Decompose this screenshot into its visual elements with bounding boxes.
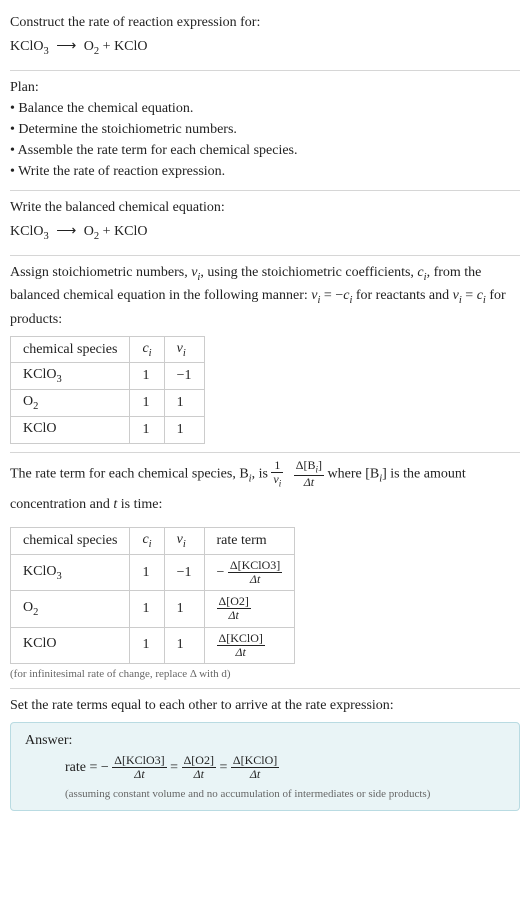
cell-ci: 1 <box>130 390 164 417</box>
final-section: Set the rate terms equal to each other t… <box>10 689 520 819</box>
product-o2: O2 <box>84 224 99 239</box>
fraction-rate-term: Δ[KClO] Δt <box>217 632 265 659</box>
cell-species: O2 <box>11 591 130 627</box>
prompt-section: Construct the rate of reaction expressio… <box>10 6 520 71</box>
cell-nui: 1 <box>164 627 204 663</box>
page-content: Construct the rate of reaction expressio… <box>0 0 530 829</box>
stoich-intro: Assign stoichiometric numbers, νi, using… <box>10 262 520 330</box>
col-nui: νi <box>164 336 204 363</box>
product-o2: O2 <box>84 39 99 54</box>
cell-species: KClO <box>11 417 130 444</box>
col-species: chemical species <box>11 528 130 555</box>
plan-item: • Determine the stoichiometric numbers. <box>10 119 520 140</box>
col-nui: νi <box>164 528 204 555</box>
infinitesimal-note: (for infinitesimal rate of change, repla… <box>10 668 520 680</box>
cell-ci: 1 <box>130 363 164 390</box>
fraction-term-3: Δ[KClO] Δt <box>231 754 279 781</box>
table-row: KClO3 1 −1 − Δ[KClO3] Δt <box>11 554 295 590</box>
answer-box: Answer: rate = − Δ[KClO3] Δt = Δ[O2] Δt … <box>10 722 520 811</box>
plan-item: • Write the rate of reaction expression. <box>10 161 520 182</box>
fraction-dBi-dt: Δ[Bi] Δt <box>294 459 324 489</box>
table-row: KClO 1 1 <box>11 417 205 444</box>
plan-item: • Balance the chemical equation. <box>10 98 520 119</box>
cell-nui: 1 <box>164 390 204 417</box>
balanced-title: Write the balanced chemical equation: <box>10 197 520 218</box>
cell-nui: 1 <box>164 417 204 444</box>
cell-species: KClO3 <box>11 363 130 390</box>
cell-ci: 1 <box>130 417 164 444</box>
cell-rate-term: Δ[O2] Δt <box>204 591 295 627</box>
reaction-arrow-icon: ⟶ <box>52 33 80 61</box>
plan-section: Plan: • Balance the chemical equation. •… <box>10 71 520 191</box>
answer-note: (assuming constant volume and no accumul… <box>25 788 505 800</box>
table-header-row: chemical species ci νi rate term <box>11 528 295 555</box>
rate-expression: rate = − Δ[KClO3] Δt = Δ[O2] Δt = Δ[KClO… <box>25 753 505 784</box>
table-row: KClO 1 1 Δ[KClO] Δt <box>11 627 295 663</box>
plan-title: Plan: <box>10 77 520 98</box>
rate-term-table: chemical species ci νi rate term KClO3 1… <box>10 527 295 664</box>
col-rate-term: rate term <box>204 528 295 555</box>
fraction-rate-term: Δ[O2] Δt <box>217 595 251 622</box>
rate-term-section: The rate term for each chemical species,… <box>10 453 520 689</box>
stoich-section: Assign stoichiometric numbers, νi, using… <box>10 256 520 453</box>
cell-ci: 1 <box>130 627 164 663</box>
cell-ci: 1 <box>130 554 164 590</box>
plan-item: • Assemble the rate term for each chemic… <box>10 140 520 161</box>
product-kclo: KClO <box>114 224 147 239</box>
plan-list: • Balance the chemical equation. • Deter… <box>10 98 520 182</box>
rate-term-intro: The rate term for each chemical species,… <box>10 459 520 521</box>
fraction-term-1: Δ[KClO3] Δt <box>112 754 166 781</box>
table-row: O2 1 1 Δ[O2] Δt <box>11 591 295 627</box>
table-header-row: chemical species ci νi <box>11 336 205 363</box>
cell-species: O2 <box>11 390 130 417</box>
col-ci: ci <box>130 336 164 363</box>
balanced-section: Write the balanced chemical equation: KC… <box>10 191 520 256</box>
fraction-1-over-nu: 1 νi <box>271 459 283 489</box>
answer-title: Answer: <box>25 733 505 749</box>
cell-ci: 1 <box>130 591 164 627</box>
table-row: O2 1 1 <box>11 390 205 417</box>
fraction-term-2: Δ[O2] Δt <box>182 754 216 781</box>
prompt-text: Construct the rate of reaction expressio… <box>10 12 520 33</box>
col-ci: ci <box>130 528 164 555</box>
cell-species: KClO <box>11 627 130 663</box>
balanced-equation: KClO3 ⟶ O2 + KClO <box>10 218 520 247</box>
cell-nui: −1 <box>164 363 204 390</box>
reaction-arrow-icon: ⟶ <box>52 218 80 246</box>
stoich-table: chemical species ci νi KClO3 1 −1 O2 1 1… <box>10 336 205 444</box>
reactant-kclo3: KClO3 <box>10 224 49 239</box>
unbalanced-equation: KClO3 ⟶ O2 + KClO <box>10 33 520 62</box>
table-row: KClO3 1 −1 <box>11 363 205 390</box>
reactant-kclo3: KClO3 <box>10 39 49 54</box>
cell-species: KClO3 <box>11 554 130 590</box>
cell-nui: 1 <box>164 591 204 627</box>
fraction-rate-term: Δ[KClO3] Δt <box>228 559 282 586</box>
cell-nui: −1 <box>164 554 204 590</box>
cell-rate-term: − Δ[KClO3] Δt <box>204 554 295 590</box>
cell-rate-term: Δ[KClO] Δt <box>204 627 295 663</box>
product-kclo: KClO <box>114 39 147 54</box>
final-intro: Set the rate terms equal to each other t… <box>10 695 520 716</box>
col-species: chemical species <box>11 336 130 363</box>
